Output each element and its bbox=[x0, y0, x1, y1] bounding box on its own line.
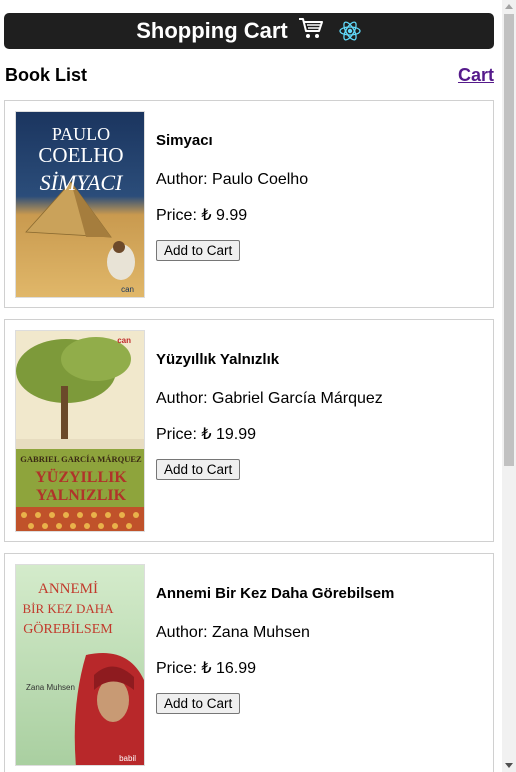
book-card: PAULO COELHO SİMYACI can Simyacı Author:… bbox=[4, 100, 494, 308]
add-to-cart-button[interactable]: Add to Cart bbox=[156, 240, 241, 261]
cover-text: BİR KEZ DAHA bbox=[23, 601, 115, 616]
book-title: Annemi Bir Kez Daha Görebilsem bbox=[156, 585, 395, 602]
cover-text: GÖREBİLSEM bbox=[23, 620, 113, 637]
book-price: Price: ₺ 9.99 bbox=[156, 207, 248, 224]
cover-text: YÜZYILLIK bbox=[35, 468, 127, 486]
cover-text: YALNIZLIK bbox=[36, 487, 127, 504]
add-to-cart-button[interactable]: Add to Cart bbox=[156, 459, 241, 480]
book-list-heading: Book List bbox=[5, 64, 88, 85]
react-logo-icon bbox=[338, 19, 362, 43]
book-price: Price: ₺ 16.99 bbox=[156, 660, 257, 677]
cover-text: GABRIEL GARCÍA MÁRQUEZ bbox=[20, 454, 142, 464]
header-bar: Shopping Cart bbox=[4, 13, 494, 49]
scrollbar-thumb[interactable] bbox=[504, 14, 514, 466]
scroll-down-arrow-icon[interactable] bbox=[505, 763, 513, 768]
book-cover-image: PAULO COELHO SİMYACI can bbox=[15, 111, 145, 298]
cover-text: ANNEMİ bbox=[38, 581, 98, 597]
publisher-logo: can bbox=[121, 285, 134, 294]
book-cover-image: ANNEMİ BİR KEZ DAHA GÖREBİLSEM Zana Muhs… bbox=[15, 564, 145, 766]
list-header: Book List Cart bbox=[5, 63, 494, 87]
page: Shopping Cart Book List Cart PAULO COELH… bbox=[0, 0, 502, 772]
scroll-up-arrow-icon[interactable] bbox=[505, 4, 513, 9]
book-author: Author: Zana Muhsen bbox=[156, 624, 310, 641]
book-title: Simyacı bbox=[156, 132, 213, 149]
book-card: ANNEMİ BİR KEZ DAHA GÖREBİLSEM Zana Muhs… bbox=[4, 553, 494, 772]
book-title: Yüzyıllık Yalnızlık bbox=[156, 351, 280, 368]
book-price: Price: ₺ 19.99 bbox=[156, 426, 257, 443]
publisher-logo: can bbox=[117, 336, 131, 345]
publisher-logo: babil bbox=[119, 754, 136, 763]
add-to-cart-button[interactable]: Add to Cart bbox=[156, 693, 241, 714]
vertical-scrollbar[interactable] bbox=[502, 0, 516, 772]
cover-text: PAULO bbox=[52, 124, 110, 144]
book-cover-image: GABRIEL GARCÍA MÁRQUEZ YÜZYILLIK YALNIZL… bbox=[15, 330, 145, 532]
book-author: Author: Gabriel García Márquez bbox=[156, 390, 383, 407]
cover-text: SİMYACI bbox=[40, 170, 124, 195]
book-author: Author: Paulo Coelho bbox=[156, 171, 309, 188]
cover-text: COELHO bbox=[38, 143, 123, 167]
cover-author: Zana Muhsen bbox=[26, 683, 75, 692]
cart-icon bbox=[298, 16, 324, 46]
book-card: GABRIEL GARCÍA MÁRQUEZ YÜZYILLIK YALNIZL… bbox=[4, 319, 494, 542]
page-title: Shopping Cart bbox=[136, 18, 288, 43]
cart-link[interactable]: Cart bbox=[458, 65, 494, 86]
